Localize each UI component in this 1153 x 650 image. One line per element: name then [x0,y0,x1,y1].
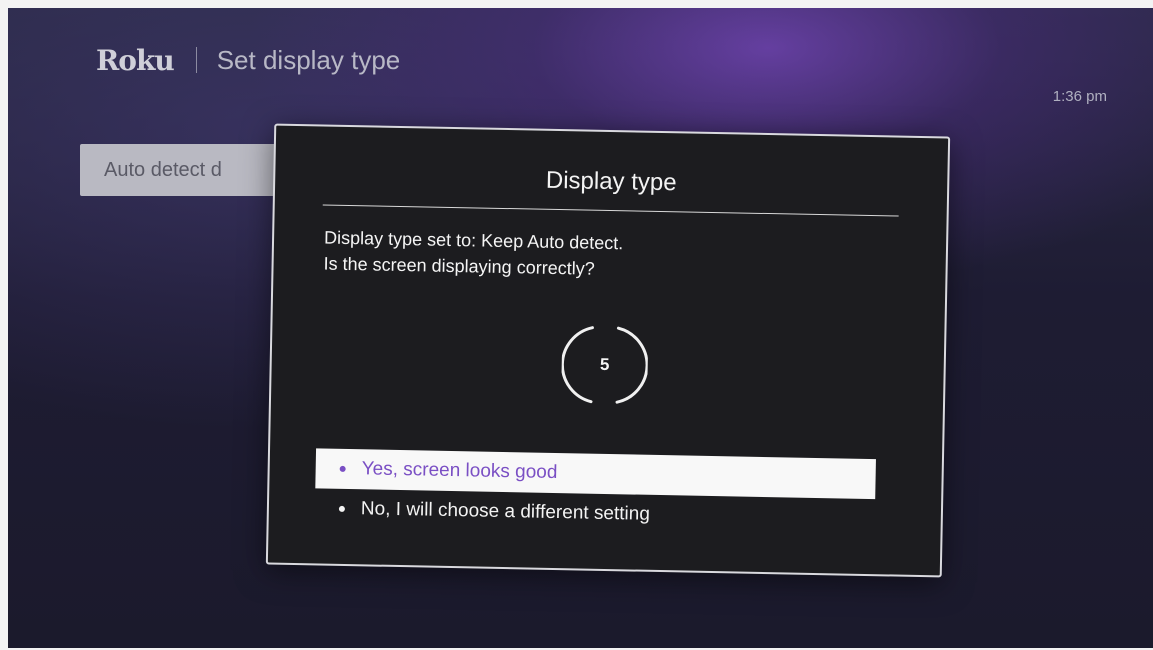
photo-frame: Roku Set display type 1:36 pm Auto detec… [0,0,1153,650]
dialog-divider [322,204,899,217]
header-divider [195,47,197,73]
countdown-timer: 5 [560,321,649,409]
menu-item-auto-detect[interactable]: Auto detect d [80,144,300,196]
dialog-title: Display type [545,166,677,197]
clock: 1:36 pm [1052,88,1107,105]
countdown-number: 5 [599,354,610,375]
bullet-icon [338,505,345,512]
dialog-message: Display type set to: Keep Auto detect. I… [323,225,623,283]
option-label: No, I will choose a different setting [360,498,651,525]
bullet-icon [339,465,346,472]
option-label: Yes, screen looks good [361,458,558,484]
header: Roku Set display type [96,40,400,80]
dialog-message-line-2: Is the screen displaying correctly? [323,253,595,279]
page-title: Set display type [216,44,401,75]
dialog-options: Yes, screen looks good No, I will choose… [315,448,876,539]
tv-screen: Roku Set display type 1:36 pm Auto detec… [8,8,1153,648]
roku-logo: Roku [96,43,175,77]
display-type-dialog: Display type Display type set to: Keep A… [265,123,951,578]
